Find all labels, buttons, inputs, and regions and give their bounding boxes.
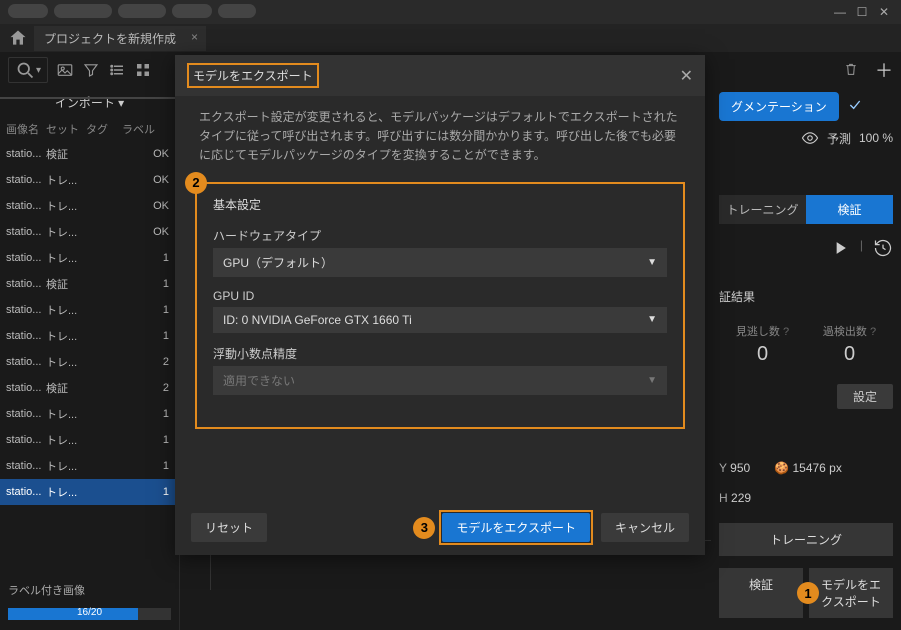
badge-1: 1 bbox=[797, 582, 819, 604]
play-button[interactable] bbox=[830, 238, 850, 258]
col-set[interactable]: セット bbox=[46, 121, 86, 137]
over-value: 0 bbox=[823, 343, 876, 366]
h-value: 229 bbox=[731, 491, 751, 505]
badge-2: 2 bbox=[185, 172, 207, 194]
list-header: 画像名 セット タグ ラベル bbox=[0, 117, 179, 141]
tab-training[interactable]: トレーニング bbox=[719, 195, 806, 224]
precision-value: 適用できない bbox=[223, 372, 295, 389]
table-row[interactable]: statio...トレ...1 bbox=[0, 245, 179, 271]
progress-bar: 16/20 bbox=[8, 608, 171, 620]
left-sidebar: インポート ▾ 画像名 セット タグ ラベル statio...検証OKstat… bbox=[0, 88, 180, 630]
menu-pill[interactable] bbox=[118, 4, 166, 18]
menu-pill[interactable] bbox=[8, 4, 48, 18]
col-label[interactable]: ラベル bbox=[122, 121, 173, 137]
maximize-button[interactable]: ☐ bbox=[853, 3, 871, 21]
labeled-images-label: ラベル付き画像 bbox=[0, 576, 179, 604]
table-row[interactable]: statio...トレ...2 bbox=[0, 349, 179, 375]
menu-pill[interactable] bbox=[218, 4, 256, 18]
validate-button[interactable]: 検証 bbox=[719, 568, 803, 618]
modal-close-button[interactable]: ✕ bbox=[680, 66, 693, 86]
eye-icon[interactable] bbox=[801, 129, 819, 147]
project-tab-label: プロジェクトを新規作成 bbox=[44, 32, 176, 46]
menu-pill[interactable] bbox=[54, 4, 112, 18]
progress-text: 16/20 bbox=[8, 607, 171, 618]
gpu-id-select[interactable]: ID: 0 NVIDIA GeForce GTX 1660 Ti ▼ bbox=[213, 307, 667, 333]
cancel-button[interactable]: キャンセル bbox=[601, 513, 689, 542]
hardware-type-label: ハードウェアタイプ bbox=[213, 227, 667, 244]
table-row[interactable]: statio...検証2 bbox=[0, 375, 179, 401]
modal-description: エクスポート設定が変更されると、モデルパッケージはデフォルトでエクスポートされた… bbox=[175, 96, 705, 178]
px-value: 15476 px bbox=[792, 461, 841, 475]
over-label: 過検出数 bbox=[823, 326, 867, 338]
trash-icon[interactable] bbox=[843, 61, 859, 80]
basic-settings-panel: 2 基本設定 ハードウェアタイプ GPU（デフォルト） ▼ GPU ID ID:… bbox=[195, 182, 685, 429]
table-row[interactable]: statio...トレ...1 bbox=[0, 401, 179, 427]
table-row[interactable]: statio...検証1 bbox=[0, 271, 179, 297]
gpu-id-label: GPU ID bbox=[213, 289, 667, 303]
close-window-button[interactable]: ✕ bbox=[875, 3, 893, 21]
y-label: Y bbox=[719, 461, 727, 475]
col-image-name[interactable]: 画像名 bbox=[6, 121, 46, 137]
settings-button[interactable]: 設定 bbox=[837, 384, 893, 409]
tabs-bar: プロジェクトを新規作成 × bbox=[0, 24, 901, 52]
precision-select: 適用できない ▼ bbox=[213, 366, 667, 395]
import-button[interactable]: インポート ▾ bbox=[0, 88, 179, 117]
right-sidebar: グメンテーション 予測 100 % トレーニング 検証 | bbox=[711, 88, 901, 630]
tab-validation[interactable]: 検証 bbox=[806, 195, 893, 224]
project-tab[interactable]: プロジェクトを新規作成 × bbox=[34, 26, 206, 51]
chevron-down-icon: ▼ bbox=[647, 257, 657, 268]
list-icon[interactable] bbox=[108, 61, 126, 79]
section-title: 基本設定 bbox=[213, 196, 667, 213]
image-tool-icon[interactable] bbox=[56, 61, 74, 79]
miss-label: 見逃し数 bbox=[736, 326, 780, 338]
filter-icon[interactable] bbox=[82, 61, 100, 79]
chevron-down-icon: ▼ bbox=[647, 314, 657, 325]
info-icon[interactable]: ? bbox=[783, 326, 789, 338]
result-heading: 証結果 bbox=[719, 272, 893, 305]
table-row[interactable]: statio...トレ...OK bbox=[0, 219, 179, 245]
precision-label: 浮動小数点精度 bbox=[213, 345, 667, 362]
table-row[interactable]: statio...トレ...1 bbox=[0, 479, 179, 505]
table-row[interactable]: statio...トレ...1 bbox=[0, 453, 179, 479]
table-row[interactable]: statio...検証OK bbox=[0, 141, 179, 167]
gpu-id-value: ID: 0 NVIDIA GeForce GTX 1660 Ti bbox=[223, 313, 412, 327]
miss-value: 0 bbox=[736, 343, 789, 366]
menu-pill[interactable] bbox=[172, 4, 212, 18]
predict-pct: 100 % bbox=[859, 131, 893, 145]
table-row[interactable]: statio...トレ...1 bbox=[0, 323, 179, 349]
col-tag[interactable]: タグ bbox=[86, 121, 122, 137]
reset-button[interactable]: リセット bbox=[191, 513, 267, 542]
search-input[interactable]: ▾ bbox=[8, 57, 48, 84]
predict-label: 予測 bbox=[827, 130, 851, 147]
chevron-down-icon: ▼ bbox=[647, 375, 657, 386]
minimize-button[interactable]: — bbox=[831, 3, 849, 21]
modal-title: モデルをエクスポート bbox=[187, 63, 319, 88]
titlebar: — ☐ ✕ bbox=[0, 0, 901, 24]
close-tab-icon[interactable]: × bbox=[191, 30, 198, 44]
check-icon bbox=[847, 97, 863, 116]
h-label: H bbox=[719, 491, 728, 505]
history-button[interactable] bbox=[873, 238, 893, 258]
grid-icon[interactable] bbox=[134, 61, 152, 79]
hardware-type-select[interactable]: GPU（デフォルト） ▼ bbox=[213, 248, 667, 277]
table-row[interactable]: statio...トレ...OK bbox=[0, 167, 179, 193]
export-model-button[interactable]: モデルをエクスポート 1 bbox=[809, 568, 893, 618]
export-modal: モデルをエクスポート ✕ エクスポート設定が変更されると、モデルパッケージはデフ… bbox=[175, 55, 705, 555]
segmentation-button[interactable]: グメンテーション bbox=[719, 92, 839, 121]
training-button[interactable]: トレーニング bbox=[719, 523, 893, 556]
table-row[interactable]: statio...トレ...1 bbox=[0, 427, 179, 453]
table-row[interactable]: statio...トレ...1 bbox=[0, 297, 179, 323]
export-button[interactable]: モデルをエクスポート bbox=[442, 513, 590, 542]
badge-3: 3 bbox=[413, 517, 435, 539]
export-model-label: モデルをエクスポート bbox=[821, 578, 881, 609]
cookie-icon: 🍪 bbox=[774, 461, 789, 475]
add-button[interactable]: ＋ bbox=[875, 57, 893, 83]
hardware-type-value: GPU（デフォルト） bbox=[223, 254, 333, 271]
home-icon[interactable] bbox=[8, 28, 28, 48]
y-value: 950 bbox=[730, 461, 750, 475]
info-icon[interactable]: ? bbox=[870, 326, 876, 338]
table-row[interactable]: statio...トレ...OK bbox=[0, 193, 179, 219]
